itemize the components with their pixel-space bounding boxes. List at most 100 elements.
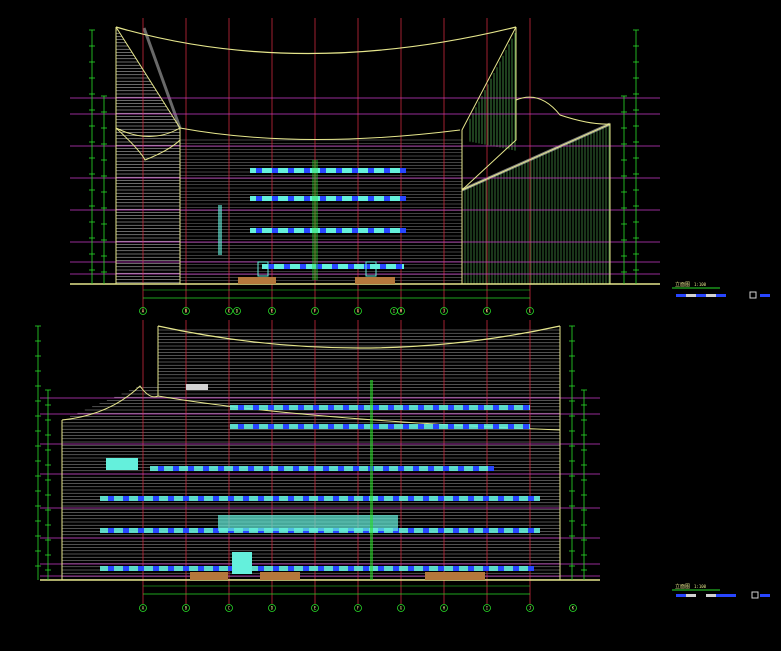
window-pane <box>498 496 504 501</box>
window-pane <box>173 466 179 471</box>
window-pane <box>400 196 406 201</box>
window-pane <box>448 405 454 410</box>
window-pane <box>380 264 386 269</box>
window-pane <box>213 566 219 571</box>
window-pane <box>313 405 319 410</box>
window-pane <box>268 264 274 269</box>
window-pane <box>336 228 342 233</box>
window-pane <box>153 566 159 571</box>
top-elevation-title: 立面图 <box>675 281 690 288</box>
window-pane <box>463 405 469 410</box>
window-pane <box>332 264 338 269</box>
column <box>312 160 318 280</box>
window-pane <box>336 168 342 173</box>
window-pane <box>383 466 389 471</box>
window-pane <box>300 264 306 269</box>
window-pane <box>304 196 310 201</box>
window-pane <box>463 424 469 429</box>
window-pane <box>158 466 164 471</box>
window-band <box>230 424 530 429</box>
window-pane <box>453 496 459 501</box>
window-pane <box>393 496 399 501</box>
window-pane <box>183 496 189 501</box>
window-pane <box>298 405 304 410</box>
window-pane <box>328 405 334 410</box>
window-pane <box>478 405 484 410</box>
axis-label: J <box>529 606 531 611</box>
window-pane <box>393 566 399 571</box>
window-pane <box>328 424 334 429</box>
window-pane <box>343 405 349 410</box>
window-pane <box>478 424 484 429</box>
window-pane <box>528 566 534 571</box>
window-pane <box>303 566 309 571</box>
window-pane <box>336 196 342 201</box>
window-pane <box>153 528 159 533</box>
window-pane <box>423 496 429 501</box>
window-pane <box>468 496 474 501</box>
window-pane <box>373 405 379 410</box>
window-pane <box>408 496 414 501</box>
window-pane <box>508 405 514 410</box>
window-pane <box>313 424 319 429</box>
column <box>370 380 373 580</box>
window-pane <box>498 528 504 533</box>
window-pane <box>198 566 204 571</box>
window-pane <box>413 466 419 471</box>
window-pane <box>358 405 364 410</box>
window-pane <box>248 466 254 471</box>
window-pane <box>378 496 384 501</box>
window-pane <box>228 496 234 501</box>
window-pane <box>168 528 174 533</box>
window-pane <box>283 405 289 410</box>
window-pane <box>358 424 364 429</box>
window-pane <box>433 405 439 410</box>
window-pane <box>238 424 244 429</box>
window-pane <box>323 466 329 471</box>
window-band <box>150 466 490 471</box>
entrance-block <box>425 572 485 580</box>
window-pane <box>256 228 262 233</box>
window-pane <box>384 168 390 173</box>
window-pane <box>238 405 244 410</box>
window-pane <box>320 196 326 201</box>
window-pane <box>288 196 294 201</box>
window-pane <box>256 196 262 201</box>
window-pane <box>438 496 444 501</box>
window-pane <box>396 264 402 269</box>
entrance-block <box>190 572 228 580</box>
window-pane <box>364 264 370 269</box>
window-pane <box>384 228 390 233</box>
window-pane <box>333 566 339 571</box>
window-pane <box>513 566 519 571</box>
window-pane <box>272 168 278 173</box>
window-pane <box>123 566 129 571</box>
window-pane <box>373 424 379 429</box>
window-pane <box>528 528 534 533</box>
window-pane <box>318 566 324 571</box>
window-pane <box>423 528 429 533</box>
window-pane <box>138 566 144 571</box>
window-pane <box>273 496 279 501</box>
window-pane <box>278 466 284 471</box>
window-pane <box>453 566 459 571</box>
window-pane <box>348 264 354 269</box>
window-pane <box>343 424 349 429</box>
window-pane <box>138 528 144 533</box>
window-pane <box>468 528 474 533</box>
window-pane <box>493 424 499 429</box>
window-pane <box>418 424 424 429</box>
top-elevation-scale: 1:100 <box>694 282 707 287</box>
window-pane <box>213 496 219 501</box>
window-pane <box>428 466 434 471</box>
entrance-block <box>238 277 276 284</box>
window-pane <box>408 566 414 571</box>
window-pane <box>498 566 504 571</box>
window-pane <box>320 228 326 233</box>
window-pane <box>288 496 294 501</box>
window-pane <box>483 566 489 571</box>
window-pane <box>272 228 278 233</box>
window-pane <box>258 496 264 501</box>
window-pane <box>508 424 514 429</box>
window-pane <box>263 466 269 471</box>
